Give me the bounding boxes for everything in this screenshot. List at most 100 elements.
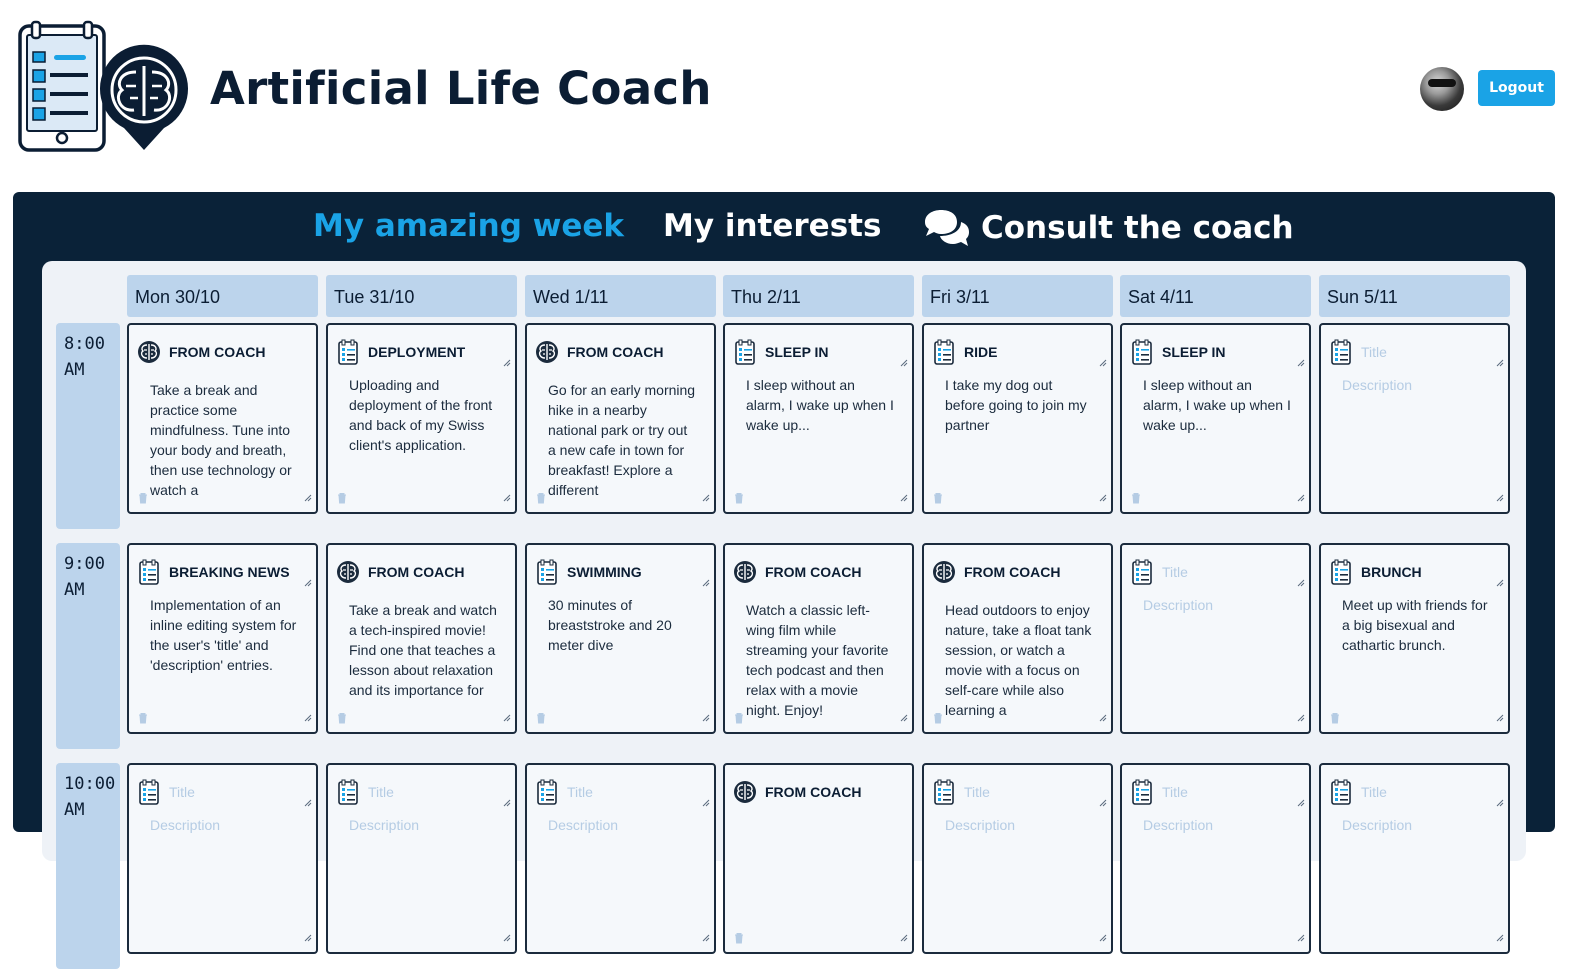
trash-icon[interactable] (733, 932, 745, 944)
description-resize-handle-icon[interactable] (1297, 494, 1305, 502)
activity-card[interactable]: RIDE I take my dog out before going to jo… (922, 323, 1113, 514)
card-title[interactable]: BRUNCH (1361, 564, 1422, 580)
activity-card[interactable]: FROM COACH Go for an early morning hike i… (525, 323, 716, 514)
description-resize-handle-icon[interactable] (1496, 714, 1504, 722)
title-resize-handle-icon[interactable] (702, 799, 710, 807)
title-resize-handle-icon[interactable] (304, 579, 312, 587)
activity-card[interactable]: Title Description (326, 763, 517, 954)
trash-icon[interactable] (336, 492, 348, 504)
description-resize-handle-icon[interactable] (702, 494, 710, 502)
trash-icon[interactable] (733, 492, 745, 504)
activity-card[interactable]: BREAKING NEWS Implementation of an inline… (127, 543, 318, 734)
activity-card[interactable]: Title Description (127, 763, 318, 954)
card-description[interactable]: Implementation of an inline editing syst… (150, 595, 300, 675)
card-title[interactable]: FROM COACH (368, 564, 464, 580)
card-title[interactable]: RIDE (964, 344, 997, 360)
card-description[interactable]: Uploading and deployment of the front an… (349, 375, 499, 455)
description-resize-handle-icon[interactable] (900, 714, 908, 722)
title-resize-handle-icon[interactable] (1099, 799, 1107, 807)
card-title[interactable]: FROM COACH (169, 344, 265, 360)
title-resize-handle-icon[interactable] (1297, 579, 1305, 587)
trash-icon[interactable] (137, 492, 149, 504)
card-title[interactable]: SLEEP IN (1162, 344, 1226, 360)
card-title[interactable]: Title (1361, 344, 1387, 360)
title-resize-handle-icon[interactable] (900, 359, 908, 367)
trash-icon[interactable] (733, 712, 745, 724)
title-resize-handle-icon[interactable] (1496, 579, 1504, 587)
activity-card[interactable]: SWIMMING 30 minutes of breaststroke and 2… (525, 543, 716, 734)
card-description[interactable]: Description (150, 815, 300, 835)
description-resize-handle-icon[interactable] (900, 494, 908, 502)
card-title[interactable]: FROM COACH (567, 344, 663, 360)
card-title[interactable]: Title (1361, 784, 1387, 800)
description-resize-handle-icon[interactable] (900, 934, 908, 942)
card-description[interactable]: Description (1143, 815, 1293, 835)
activity-card[interactable]: FROM COACH (723, 763, 914, 954)
description-resize-handle-icon[interactable] (503, 494, 511, 502)
title-resize-handle-icon[interactable] (304, 799, 312, 807)
description-resize-handle-icon[interactable] (304, 494, 312, 502)
trash-icon[interactable] (932, 712, 944, 724)
card-description[interactable]: Watch a classic left-wing film while str… (746, 600, 896, 720)
card-title[interactable]: Title (169, 784, 195, 800)
card-description[interactable]: Description (945, 815, 1095, 835)
description-resize-handle-icon[interactable] (1496, 934, 1504, 942)
activity-card[interactable]: FROM COACH Head outdoors to enjoy nature,… (922, 543, 1113, 734)
card-description[interactable]: I sleep without an alarm, I wake up when… (1143, 375, 1293, 435)
card-title[interactable]: Title (368, 784, 394, 800)
activity-card[interactable]: FROM COACH Take a break and practice some… (127, 323, 318, 514)
description-resize-handle-icon[interactable] (1297, 934, 1305, 942)
card-title[interactable]: BREAKING NEWS (169, 564, 290, 580)
title-resize-handle-icon[interactable] (503, 799, 511, 807)
activity-card[interactable]: Title Description (1120, 763, 1311, 954)
description-resize-handle-icon[interactable] (1099, 934, 1107, 942)
card-title[interactable]: DEPLOYMENT (368, 344, 465, 360)
description-resize-handle-icon[interactable] (304, 934, 312, 942)
user-avatar[interactable] (1420, 67, 1464, 111)
trash-icon[interactable] (336, 712, 348, 724)
description-resize-handle-icon[interactable] (304, 714, 312, 722)
card-description[interactable]: I sleep without an alarm, I wake up when… (746, 375, 896, 435)
activity-card[interactable]: Title Description (922, 763, 1113, 954)
card-title[interactable]: SLEEP IN (765, 344, 829, 360)
card-description[interactable]: Go for an early morning hike in a nearby… (548, 380, 698, 500)
tab-my-interests[interactable]: My interests (663, 208, 881, 244)
card-title[interactable]: Title (567, 784, 593, 800)
card-description[interactable]: 30 minutes of breaststroke and 20 meter … (548, 595, 698, 655)
activity-card[interactable]: SLEEP IN I sleep without an alarm, I wake… (723, 323, 914, 514)
title-resize-handle-icon[interactable] (1297, 799, 1305, 807)
tab-consult-coach[interactable]: Consult the coach (921, 208, 1294, 248)
logout-button[interactable]: Logout (1478, 70, 1555, 106)
card-description[interactable]: I take my dog out before going to join m… (945, 375, 1095, 435)
trash-icon[interactable] (932, 492, 944, 504)
activity-card[interactable]: FROM COACH Watch a classic left-wing film… (723, 543, 914, 734)
description-resize-handle-icon[interactable] (1099, 714, 1107, 722)
card-description[interactable]: Take a break and practice some mindfulne… (150, 380, 300, 500)
activity-card[interactable]: SLEEP IN I sleep without an alarm, I wake… (1120, 323, 1311, 514)
card-title[interactable]: SWIMMING (567, 564, 642, 580)
description-resize-handle-icon[interactable] (702, 934, 710, 942)
description-resize-handle-icon[interactable] (1099, 494, 1107, 502)
title-resize-handle-icon[interactable] (1496, 359, 1504, 367)
title-resize-handle-icon[interactable] (1099, 359, 1107, 367)
card-description[interactable]: Take a break and watch a tech-inspired m… (349, 600, 499, 700)
card-description[interactable]: Description (349, 815, 499, 835)
activity-card[interactable]: Title Description (525, 763, 716, 954)
title-resize-handle-icon[interactable] (1496, 799, 1504, 807)
card-title[interactable]: Title (1162, 564, 1188, 580)
card-description[interactable]: Description (548, 815, 698, 835)
trash-icon[interactable] (137, 712, 149, 724)
description-resize-handle-icon[interactable] (702, 714, 710, 722)
trash-icon[interactable] (1130, 492, 1142, 504)
tab-my-week[interactable]: My amazing week (313, 208, 624, 244)
title-resize-handle-icon[interactable] (1297, 359, 1305, 367)
title-resize-handle-icon[interactable] (702, 579, 710, 587)
checklist-brain-logo[interactable] (18, 20, 190, 152)
card-title[interactable]: Title (964, 784, 990, 800)
trash-icon[interactable] (535, 712, 547, 724)
description-resize-handle-icon[interactable] (1496, 494, 1504, 502)
card-title[interactable]: FROM COACH (964, 564, 1060, 580)
card-description[interactable]: Meet up with friends for a big bisexual … (1342, 595, 1492, 655)
description-resize-handle-icon[interactable] (503, 934, 511, 942)
card-description[interactable]: Head outdoors to enjoy nature, take a fl… (945, 600, 1095, 720)
